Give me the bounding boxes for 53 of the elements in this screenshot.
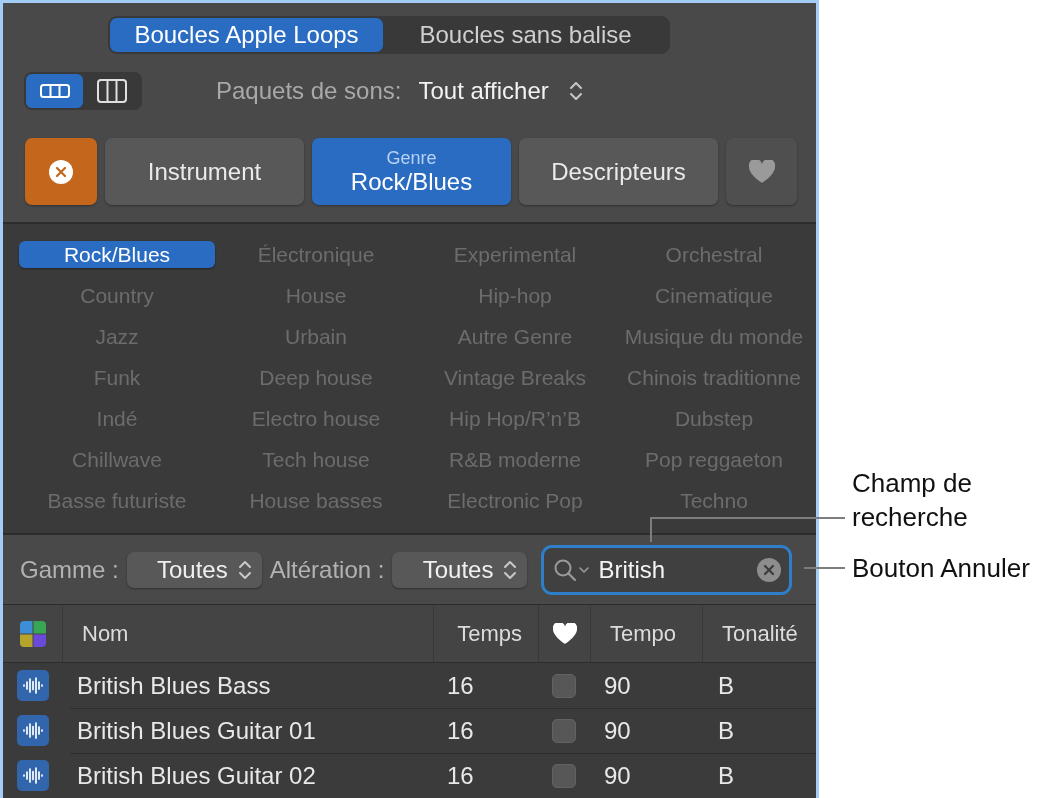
callout-label: Bouton Annuler: [852, 552, 1031, 585]
favorites-button[interactable]: [726, 138, 797, 205]
table-cell: 16: [447, 717, 474, 745]
table-cell: 90: [604, 671, 631, 700]
filter-label: Altération :: [269, 555, 385, 584]
sound-packs-popup[interactable]: Tout afficher: [418, 77, 583, 105]
callout-label: Champ de recherche: [852, 467, 973, 534]
search-field[interactable]: British: [541, 544, 793, 595]
close-icon: [49, 159, 73, 184]
table-cell: 16: [447, 762, 474, 790]
table-cell: B: [718, 717, 734, 745]
waveform-icon: [16, 760, 49, 791]
table-cell: B: [718, 671, 734, 700]
close-icon: [763, 563, 776, 576]
table-cell: British Blues Guitar 01: [77, 717, 316, 745]
up-down-chevron-icon: [503, 558, 518, 581]
table-cell: British Blues Guitar 02: [77, 762, 316, 790]
popup-button[interactable]: Toutes: [126, 551, 262, 588]
heart-icon: [748, 160, 775, 183]
column-header[interactable]: Temps: [457, 620, 522, 647]
three-cell-bar-icon: [39, 84, 70, 98]
waveform-icon: [16, 670, 49, 701]
clear-button[interactable]: [757, 557, 782, 582]
up-down-chevron-icon: [237, 558, 252, 581]
loop-type-tab[interactable]: Boucles sans balise: [383, 18, 668, 52]
reset-filters-button[interactable]: [25, 138, 97, 205]
column-header[interactable]: Tonalité: [722, 620, 798, 647]
sound-packs-label: Paquets de sons:: [216, 77, 402, 105]
table-cell: B: [718, 762, 734, 790]
table-cell: British Blues Bass: [77, 671, 271, 700]
search-icon: [553, 557, 592, 582]
checkbox[interactable]: [552, 764, 576, 788]
popup-button[interactable]: Toutes: [392, 551, 528, 588]
column-header[interactable]: Nom: [82, 620, 129, 647]
table-cell: 16: [447, 671, 474, 700]
category-button[interactable]: Instrument: [105, 138, 304, 205]
filter-label: Gamme :: [20, 555, 119, 584]
category-button[interactable]: Genre Rock/Blues: [312, 138, 511, 205]
three-column-icon: [96, 79, 127, 103]
checkbox[interactable]: [552, 673, 576, 698]
waveform-icon: [16, 715, 49, 746]
table-cell: 90: [604, 717, 631, 745]
column-header[interactable]: Tempo: [610, 620, 677, 647]
color-squares-icon: [19, 620, 46, 647]
category-button[interactable]: Descripteurs: [519, 138, 718, 205]
callout-line: [803, 567, 846, 569]
heart-icon: [552, 623, 577, 644]
genre-item[interactable]: Rock/Blues: [19, 241, 215, 268]
view-toggle-button[interactable]: [26, 74, 83, 108]
loop-type-tab[interactable]: Boucles Apple Loops: [110, 18, 383, 52]
up-down-chevron-icon: [568, 80, 583, 102]
checkbox[interactable]: [552, 719, 576, 743]
table-cell: 90: [604, 762, 631, 790]
